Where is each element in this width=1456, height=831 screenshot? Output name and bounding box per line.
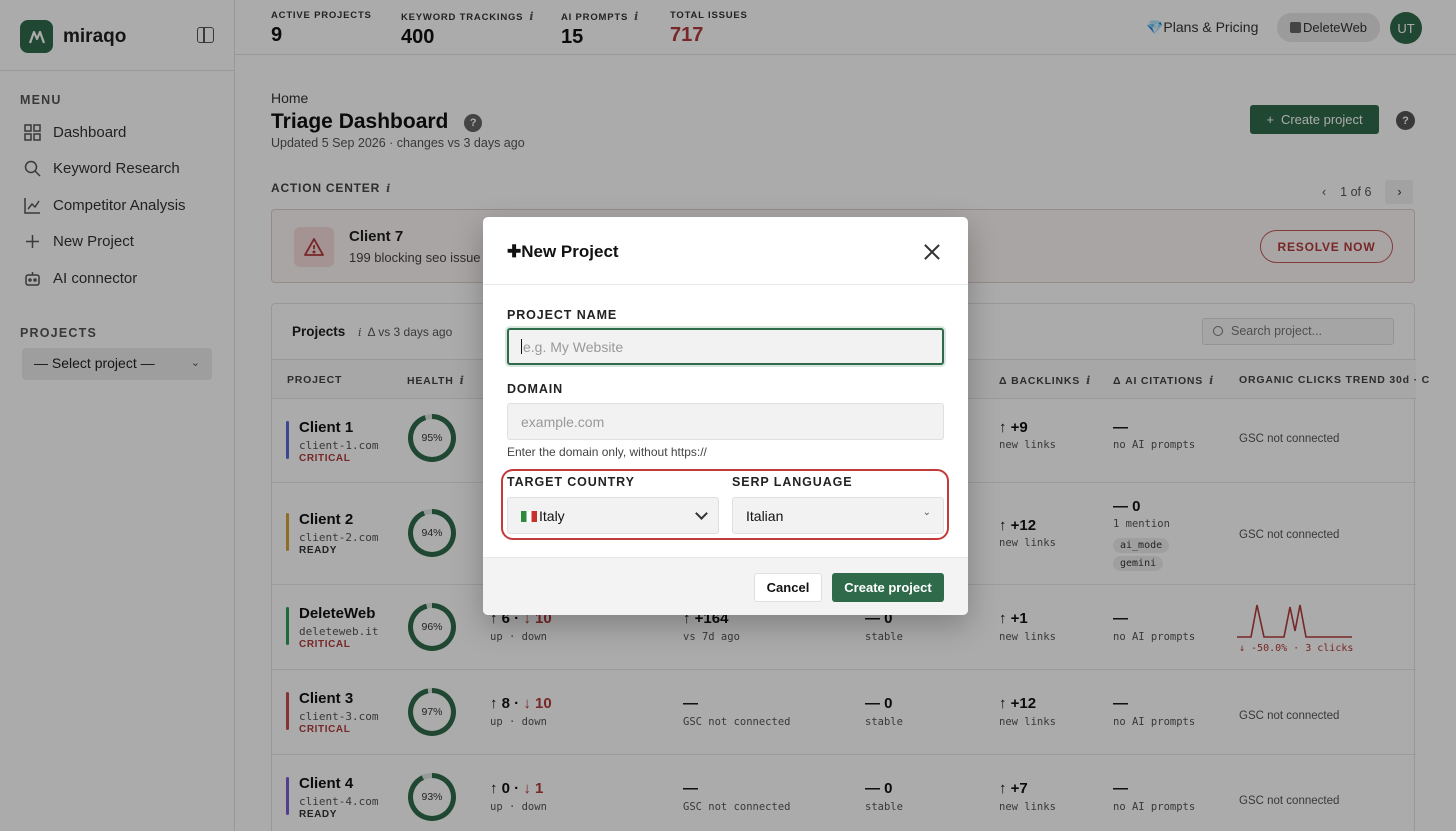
- cancel-button[interactable]: Cancel: [754, 573, 822, 602]
- project-name-label: PROJECT NAME: [507, 308, 618, 322]
- project-name-input[interactable]: e.g. My Website: [507, 328, 944, 365]
- target-country-value: Italy: [539, 508, 565, 524]
- domain-hint: Enter the domain only, without https://: [507, 445, 707, 459]
- italy-flag-icon: [521, 511, 537, 522]
- target-country-select[interactable]: Italy: [507, 497, 719, 534]
- text-caret: [521, 339, 522, 354]
- modal-footer: Cancel Create project: [483, 557, 968, 615]
- project-name-placeholder: e.g. My Website: [523, 339, 624, 355]
- target-country-label: TARGET COUNTRY: [507, 475, 635, 489]
- modal-title: ✚New Project: [507, 242, 619, 262]
- modal-title-text: New Project: [521, 242, 619, 261]
- domain-input[interactable]: example.com: [507, 403, 944, 440]
- chevron-down-icon: ⌄: [922, 507, 931, 518]
- domain-label: DOMAIN: [507, 382, 564, 396]
- new-project-modal: ✚New Project PROJECT NAME e.g. My Websit…: [483, 217, 968, 615]
- close-icon[interactable]: [923, 243, 941, 261]
- chevron-down-icon: [695, 507, 708, 520]
- serp-language-label: SERP LANGUAGE: [732, 475, 853, 489]
- serp-language-value: Italian: [746, 508, 784, 524]
- divider: [483, 284, 968, 285]
- create-project-submit-button[interactable]: Create project: [832, 573, 944, 602]
- serp-language-select[interactable]: Italian ⌄: [732, 497, 944, 534]
- plus-icon: ✚: [507, 242, 522, 261]
- domain-placeholder: example.com: [521, 414, 605, 430]
